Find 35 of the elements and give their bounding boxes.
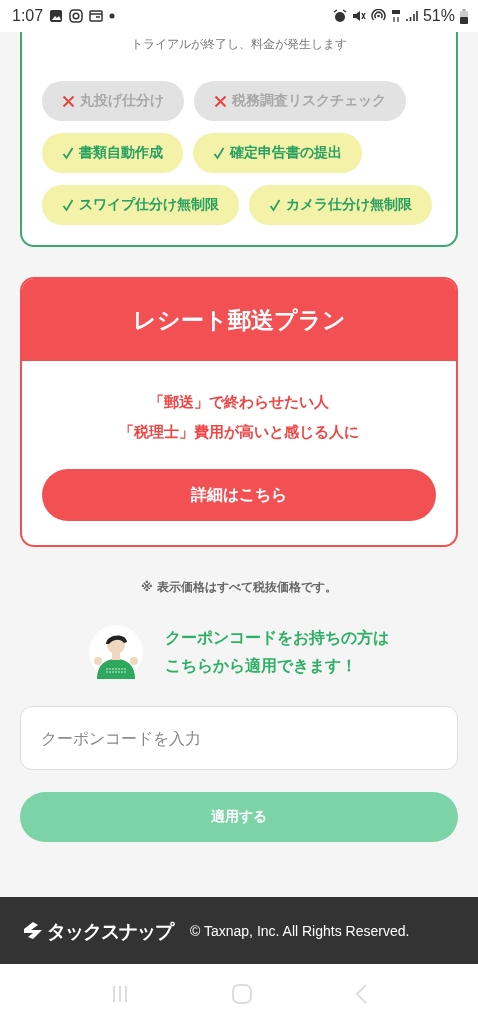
signal-icon <box>405 10 418 22</box>
cross-icon <box>62 94 75 108</box>
plan-title: レシート郵送プラン <box>22 279 456 361</box>
feature-chip: スワイプ仕分け無制限 <box>42 185 239 225</box>
feature-chip: 書類自動作成 <box>42 133 183 173</box>
feature-chip: 税務調査リスクチェック <box>194 81 406 121</box>
check-icon <box>62 198 74 212</box>
plan-description: 「郵送」で終わらせたい人 「税理士」費用が高いと感じる人に <box>119 392 359 443</box>
logo-wordmark: タックスナップ <box>46 918 175 944</box>
cross-icon <box>214 94 227 108</box>
mute-icon <box>351 9 366 23</box>
feature-chip: 確定申告書の提出 <box>193 133 362 173</box>
clock-time: 1:07 <box>12 7 44 25</box>
hotspot-icon <box>370 9 386 23</box>
camera-icon <box>69 9 84 23</box>
home-icon[interactable] <box>230 982 254 1006</box>
window-icon <box>89 9 104 23</box>
check-icon <box>269 198 281 212</box>
feature-chip: カメラ仕分け無制限 <box>249 185 432 225</box>
battery-level: 51% <box>422 7 455 25</box>
logo-icon <box>22 920 44 941</box>
tax-note: ※ 表示価格はすべて税抜価格です。 <box>141 579 337 596</box>
person-avatar <box>89 625 143 679</box>
details-button[interactable]: 詳細はこちら <box>42 469 436 521</box>
coupon-message: クーポンコードをお持ちの方は こちらから適用できます！ <box>165 627 389 677</box>
trial-note: トライアルが終了し、料金が発生します <box>130 36 348 53</box>
check-icon <box>213 146 225 160</box>
gallery-icon <box>49 9 64 23</box>
alarm-icon <box>332 9 347 23</box>
coupon-code-field[interactable]: クーポンコードを入力 <box>20 706 458 770</box>
feature-chip: 丸投げ仕分け <box>42 81 184 121</box>
check-icon <box>62 146 74 160</box>
dot-icon <box>109 13 116 19</box>
battery-icon <box>460 8 468 24</box>
copyright-text: © Taxnap, Inc. All Rights Reserved. <box>190 922 410 939</box>
